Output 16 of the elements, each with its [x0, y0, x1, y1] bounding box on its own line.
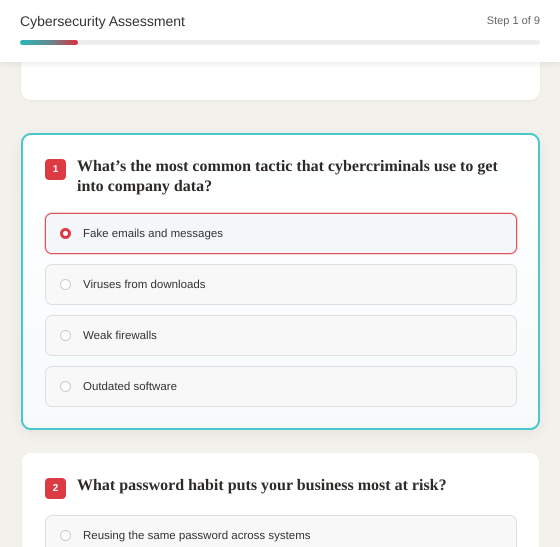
question-number: 2 — [45, 478, 66, 499]
step-counter: Step 1 of 9 — [486, 15, 540, 27]
radio-icon — [60, 330, 71, 341]
radio-icon — [60, 279, 71, 290]
radio-icon — [60, 381, 71, 392]
answer-option[interactable]: Outdated software — [45, 366, 517, 407]
answer-option[interactable]: Reusing the same password across systems — [45, 515, 517, 547]
answer-option[interactable]: Viruses from downloads — [45, 264, 517, 305]
answer-option[interactable]: Weak firewalls — [45, 315, 517, 356]
question-text: What password habit puts your business most at risk? — [77, 476, 447, 496]
question-text: What’s the most common tactic that cybercriminals use to get into company data? — [77, 157, 499, 197]
assessment-title: Cybersecurity Assessment — [20, 13, 185, 29]
radio-icon — [60, 228, 71, 239]
radio-icon — [60, 530, 71, 541]
answer-option[interactable]: Fake emails and messages — [45, 213, 517, 254]
question-number: 1 — [45, 159, 66, 180]
